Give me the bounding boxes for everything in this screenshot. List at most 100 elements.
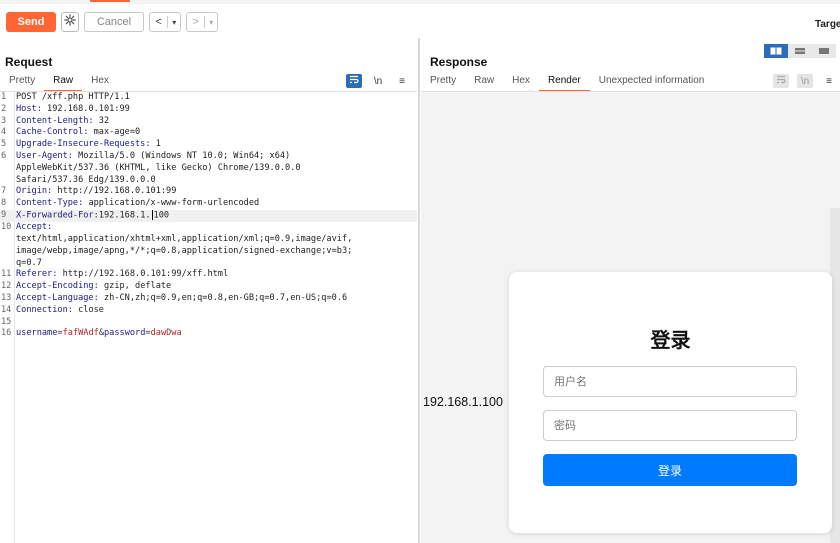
tab-pretty[interactable]: Pretty (421, 72, 465, 92)
wrap-lines-toggle[interactable] (346, 74, 362, 88)
line-text: Safari/537.36 Edg/139.0.0.0 (16, 174, 156, 185)
header-name: Referer: (16, 269, 58, 280)
line-number: 10 (1, 222, 12, 233)
line-text: text/html,application/xhtml+xml,applicat… (16, 234, 353, 245)
code-line: q=0.7 (0, 258, 417, 270)
panel-divider[interactable] (418, 38, 420, 543)
line-number: 15 (1, 316, 12, 327)
line-text: q=0.7 (16, 257, 42, 268)
line-number (0, 175, 14, 187)
login-card: 登录 登录 (509, 272, 832, 533)
tab-render[interactable]: Render (538, 72, 590, 92)
line-content: POST /xff.php HTTP/1.1 (14, 92, 130, 104)
wrap-lines-icon (776, 75, 786, 87)
line-number (0, 234, 14, 246)
line-content: text/html,application/xhtml+xml,applicat… (14, 234, 352, 246)
layout-single-button[interactable] (812, 44, 836, 58)
cancel-button[interactable]: Cancel (84, 12, 144, 32)
forward-arrow-button[interactable]: > (187, 13, 204, 31)
header-name: Connection: (16, 304, 73, 315)
line-content (14, 317, 16, 329)
code-line: 12 Accept-Encoding: gzip, deflate (0, 281, 417, 293)
wrap-lines-toggle[interactable] (773, 74, 789, 88)
param-name: password (104, 328, 146, 339)
back-dropdown-button[interactable]: ▾ (168, 13, 180, 31)
code-line: AppleWebKit/537.36 (KHTML, like Gecko) C… (0, 163, 417, 175)
code-line: image/webp,image/apng,*/*;q=0.8,applicat… (0, 246, 417, 258)
header-value: 192.168.0.101:99 (41, 103, 130, 114)
tab-unexpected-information[interactable]: Unexpected information (590, 72, 714, 92)
header-value: 32 (93, 115, 110, 126)
header-value: 192.168.1. (98, 210, 151, 221)
header-value: gzip, deflate (98, 281, 172, 292)
history-forward-group: > ▾ (186, 12, 218, 32)
request-tabs: Pretty Raw Hex (0, 72, 118, 92)
layout-stacked-button[interactable] (788, 44, 812, 58)
request-editor-tools: \n ≡ (346, 74, 410, 88)
line-content: username=fafWAdf&password=dawDwa (14, 328, 182, 340)
line-content: Accept-Encoding: gzip, deflate (14, 281, 171, 293)
burp-repeater-window: Send Cancel < ▾ > ▾ Targe Request Pretty… (0, 0, 840, 543)
columns-icon (770, 42, 782, 60)
target-label[interactable]: Targe (815, 19, 840, 30)
line-number: 3 (1, 115, 7, 126)
tab-hex[interactable]: Hex (82, 72, 118, 92)
line-content: Accept-Language: zh-CN,zh;q=0.9,en;q=0.8… (14, 293, 347, 305)
line-content: Referer: http://192.168.0.101:99/xff.htm… (14, 269, 228, 281)
code-line: 2 Host: 192.168.0.101:99 (0, 104, 417, 116)
line-number: 1 (1, 92, 7, 102)
header-name: Cache-Control: (16, 127, 89, 138)
forward-dropdown-button[interactable]: ▾ (205, 13, 217, 31)
text-cursor (151, 209, 153, 220)
tab-raw[interactable]: Raw (465, 72, 503, 92)
line-content: Connection: close (14, 305, 104, 317)
tab-raw[interactable]: Raw (44, 72, 83, 92)
line-number: 8 (1, 198, 7, 209)
line-number: 7 (1, 186, 7, 197)
header-value: zh-CN,zh;q=0.9,en;q=0.8,en-GB;q=0.7,en-U… (98, 293, 348, 304)
tab-hex[interactable]: Hex (503, 72, 539, 92)
header-value: max-age=0 (88, 127, 141, 138)
send-button[interactable]: Send (6, 12, 56, 32)
editor-menu-button[interactable]: ≡ (394, 74, 410, 88)
header-value: 1 (150, 139, 161, 150)
layout-side-by-side-button[interactable] (764, 44, 788, 58)
show-newlines-toggle[interactable]: \n (370, 74, 386, 88)
request-editor[interactable]: 1 POST /xff.php HTTP/1.1 2 Host: 192.168.0.… (0, 92, 417, 543)
header-name: Origin: (16, 186, 53, 197)
back-arrow-button[interactable]: < (150, 13, 167, 31)
code-line: 1 POST /xff.php HTTP/1.1 (0, 92, 417, 104)
username-input[interactable] (543, 366, 797, 397)
line-number: 13 (1, 293, 12, 304)
header-value: close (72, 304, 104, 315)
rows-icon (794, 42, 806, 60)
line-number (0, 258, 14, 270)
param-name: username (16, 328, 58, 339)
param-value: fafWAdf (62, 328, 99, 339)
editor-menu-button[interactable]: ≡ (821, 74, 837, 88)
line-content: Accept: (14, 222, 52, 234)
line-number (0, 163, 14, 175)
param-value: dawDwa (150, 328, 182, 339)
tab-pretty[interactable]: Pretty (0, 72, 44, 92)
header-value: http://192.168.0.101:99 (52, 186, 177, 197)
line-content: Origin: http://192.168.0.101:99 (14, 186, 176, 198)
layout-toggle (764, 44, 836, 58)
line-number: 4 (1, 127, 7, 138)
line-content: image/webp,image/apng,*/*;q=0.8,applicat… (14, 246, 352, 258)
header-name: X-Forwarded-For: (16, 210, 99, 221)
line-content: AppleWebKit/537.36 (KHTML, like Gecko) C… (14, 163, 301, 175)
login-submit-button[interactable]: 登录 (543, 454, 797, 486)
line-number: 14 (1, 304, 12, 315)
code-line: 3 Content-Length: 32 (0, 116, 417, 128)
settings-button[interactable] (61, 12, 79, 32)
line-content: Cache-Control: max-age=0 (14, 127, 140, 139)
code-line: 8 Content-Type: application/x-www-form-ur… (0, 198, 417, 210)
code-line: 4 Cache-Control: max-age=0 (0, 127, 417, 139)
show-newlines-toggle[interactable]: \n (797, 74, 813, 88)
header-name: Accept: (16, 222, 53, 233)
response-editor-tools: \n ≡ (773, 74, 837, 88)
password-input[interactable] (543, 410, 797, 441)
header-value: application/x-www-form-urlencoded (83, 198, 260, 209)
code-line: 6 User-Agent: Mozilla/5.0 (Windows NT 10.… (0, 151, 417, 163)
